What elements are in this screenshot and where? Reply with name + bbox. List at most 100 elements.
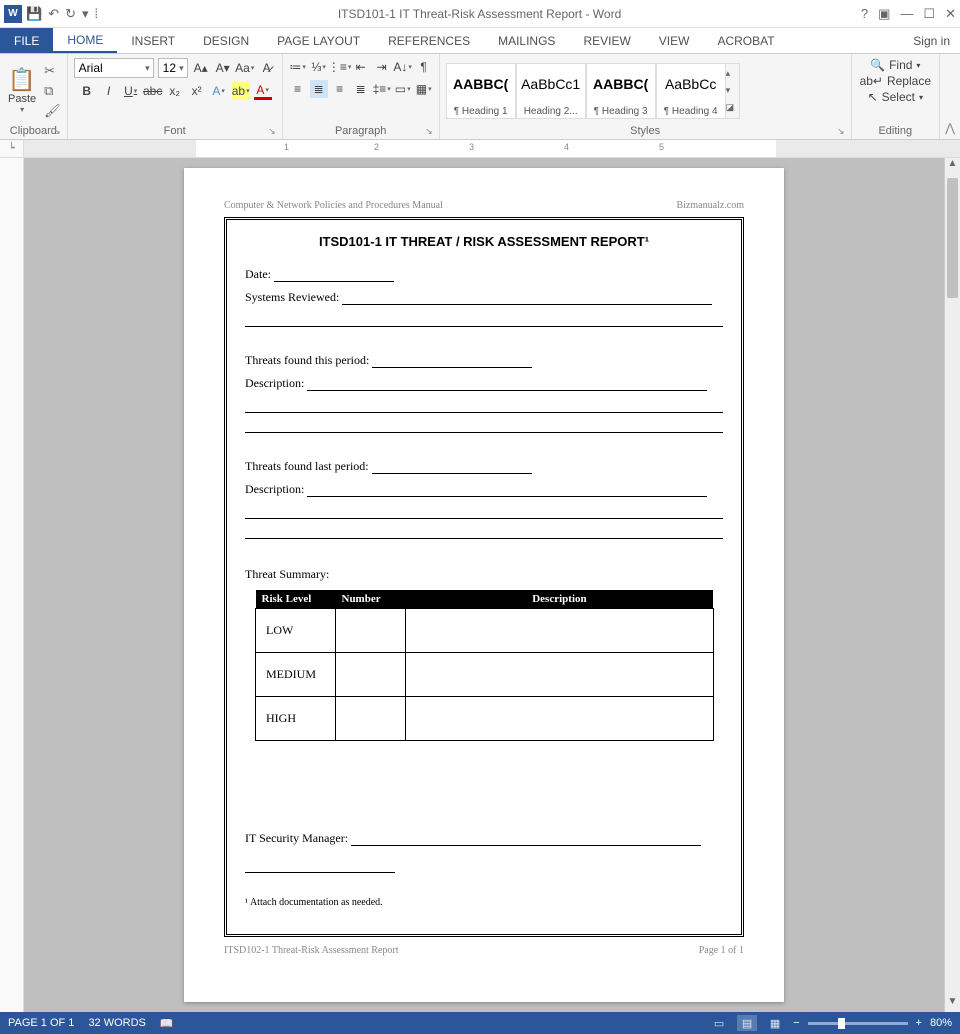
tab-references[interactable]: REFERENCES [374,28,484,53]
status-proofing-icon[interactable]: 📖 [160,1017,174,1030]
increase-indent-icon[interactable]: ⇥ [373,58,391,76]
styles-more-button[interactable]: ▴▾◪ [726,63,740,119]
italic-button[interactable]: I [100,82,118,100]
ribbon-options-icon[interactable]: ▣ [878,6,890,22]
status-page[interactable]: PAGE 1 OF 1 [8,1017,74,1030]
sort-icon[interactable]: A↓ [394,58,412,76]
zoom-slider[interactable] [808,1022,908,1025]
font-launcher-icon[interactable]: ↘ [268,126,276,137]
clipboard-launcher-icon[interactable]: ↘ [53,126,61,137]
text-effects-icon[interactable]: A [210,82,228,100]
tab-file[interactable]: FILE [0,28,53,53]
ruler-horizontal[interactable]: ┕ 1 2 3 4 5 [0,140,960,158]
align-right-icon[interactable]: ≡ [331,80,349,98]
title-bar: W 💾 ↶ ↻ ▾ ⁞ ITSD101-1 IT Threat-Risk Ass… [0,0,960,28]
replace-button[interactable]: ab↵Replace [860,74,931,88]
font-name-combo[interactable]: Arial [74,58,154,78]
justify-icon[interactable]: ≣ [352,80,370,98]
tab-design[interactable]: DESIGN [189,28,263,53]
redo-icon[interactable]: ↻ [65,6,76,22]
subscript-button[interactable]: x₂ [166,82,184,100]
superscript-button[interactable]: x² [188,82,206,100]
style-heading2[interactable]: AaBbCc1Heading 2... [516,63,586,119]
copy-icon[interactable]: ⧉ [44,83,61,99]
group-font: Arial 12 A▴ A▾ Aa A̷ B I U abc x₂ x² A a… [68,54,283,139]
th-description: Description [406,590,714,609]
collapse-ribbon-icon[interactable]: ⋀ [940,54,960,139]
table-row: HIGH [256,697,714,741]
find-button[interactable]: 🔍Find▾ [870,58,920,72]
style-heading3[interactable]: AABBC(¶ Heading 3 [586,63,656,119]
zoom-in-icon[interactable]: + [916,1017,922,1029]
view-read-icon[interactable]: ▭ [709,1015,729,1031]
paste-button[interactable]: 📋 Paste ▾ [4,65,40,116]
font-size-combo[interactable]: 12 [158,58,188,78]
ruler-tick: 1 [284,142,289,152]
style-heading4[interactable]: AaBbCc¶ Heading 4 [656,63,726,119]
numbering-icon[interactable]: ⅓ [310,58,328,76]
paste-label: Paste [8,93,36,105]
manager-signature: IT Security Manager: [245,831,723,846]
document-body[interactable]: ITSD101-1 IT THREAT / RISK ASSESSMENT RE… [224,217,744,937]
ruler-tick: 3 [469,142,474,152]
tab-view[interactable]: VIEW [645,28,704,53]
show-marks-icon[interactable]: ¶ [415,58,433,76]
select-button[interactable]: ↖Select▾ [868,90,923,104]
sign-in-link[interactable]: Sign in [903,28,960,53]
document-canvas[interactable]: Computer & Network Policies and Procedur… [24,158,944,1012]
close-icon[interactable]: ✕ [945,6,956,22]
change-case-icon[interactable]: Aa [236,59,254,77]
tab-acrobat[interactable]: ACROBAT [703,28,788,53]
bold-button[interactable]: B [78,82,96,100]
decrease-indent-icon[interactable]: ⇤ [352,58,370,76]
minimize-icon[interactable]: — [900,6,913,22]
undo-icon[interactable]: ↶ [48,6,59,22]
zoom-level[interactable]: 80% [930,1017,952,1029]
zoom-knob[interactable] [838,1018,845,1029]
cut-icon[interactable]: ✂ [44,63,61,79]
maximize-icon[interactable]: ☐ [923,6,935,22]
format-painter-icon[interactable]: 🖌 [44,103,61,119]
tab-mailings[interactable]: MAILINGS [484,28,569,53]
underline-button[interactable]: U [122,82,140,100]
shading-icon[interactable]: ▭ [394,80,412,98]
ribbon: 📋 Paste ▾ ✂ ⧉ 🖌 Clipboard↘ Arial 12 A▴ A… [0,54,960,140]
scroll-thumb[interactable] [947,178,958,298]
vertical-scrollbar[interactable]: ▲ ▼ [944,158,960,1012]
shrink-font-icon[interactable]: A▾ [214,59,232,77]
zoom-out-icon[interactable]: − [793,1017,799,1029]
status-bar: PAGE 1 OF 1 32 WORDS 📖 ▭ ▤ ▦ − + 80% [0,1012,960,1034]
paragraph-launcher-icon[interactable]: ↘ [425,126,433,137]
scroll-down-icon[interactable]: ▼ [945,996,960,1012]
style-heading1[interactable]: AABBC(¶ Heading 1 [446,63,516,119]
th-risk-level: Risk Level [256,590,336,609]
clear-formatting-icon[interactable]: A̷ [258,59,276,77]
status-words[interactable]: 32 WORDS [88,1017,145,1030]
view-web-icon[interactable]: ▦ [765,1015,785,1031]
ruler-vertical[interactable] [0,158,24,1012]
align-center-icon[interactable]: ≣ [310,80,328,98]
align-left-icon[interactable]: ≡ [289,80,307,98]
ruler-tick: 2 [374,142,379,152]
bullets-icon[interactable]: ≔ [289,58,307,76]
line-spacing-icon[interactable]: ‡≡ [373,80,391,98]
font-color-icon[interactable]: A [254,82,272,100]
tab-insert[interactable]: INSERT [117,28,189,53]
multilevel-icon[interactable]: ⋮≡ [331,58,349,76]
qat-dropdown-icon[interactable]: ▾ [82,6,89,22]
threats-last-field: Threats found last period: [245,459,723,474]
scroll-up-icon[interactable]: ▲ [945,158,960,174]
strikethrough-button[interactable]: abc [144,82,162,100]
grow-font-icon[interactable]: A▴ [192,59,210,77]
paste-icon: 📋 [8,67,35,93]
view-print-icon[interactable]: ▤ [737,1015,757,1031]
footnote: ¹ Attach documentation as needed. [245,897,723,908]
tab-home[interactable]: HOME [53,28,117,53]
tab-page-layout[interactable]: PAGE LAYOUT [263,28,374,53]
save-icon[interactable]: 💾 [26,6,42,22]
highlight-icon[interactable]: ab [232,82,250,100]
styles-launcher-icon[interactable]: ↘ [837,126,845,137]
borders-icon[interactable]: ▦ [415,80,433,98]
help-icon[interactable]: ? [861,6,868,22]
tab-review[interactable]: REVIEW [569,28,644,53]
